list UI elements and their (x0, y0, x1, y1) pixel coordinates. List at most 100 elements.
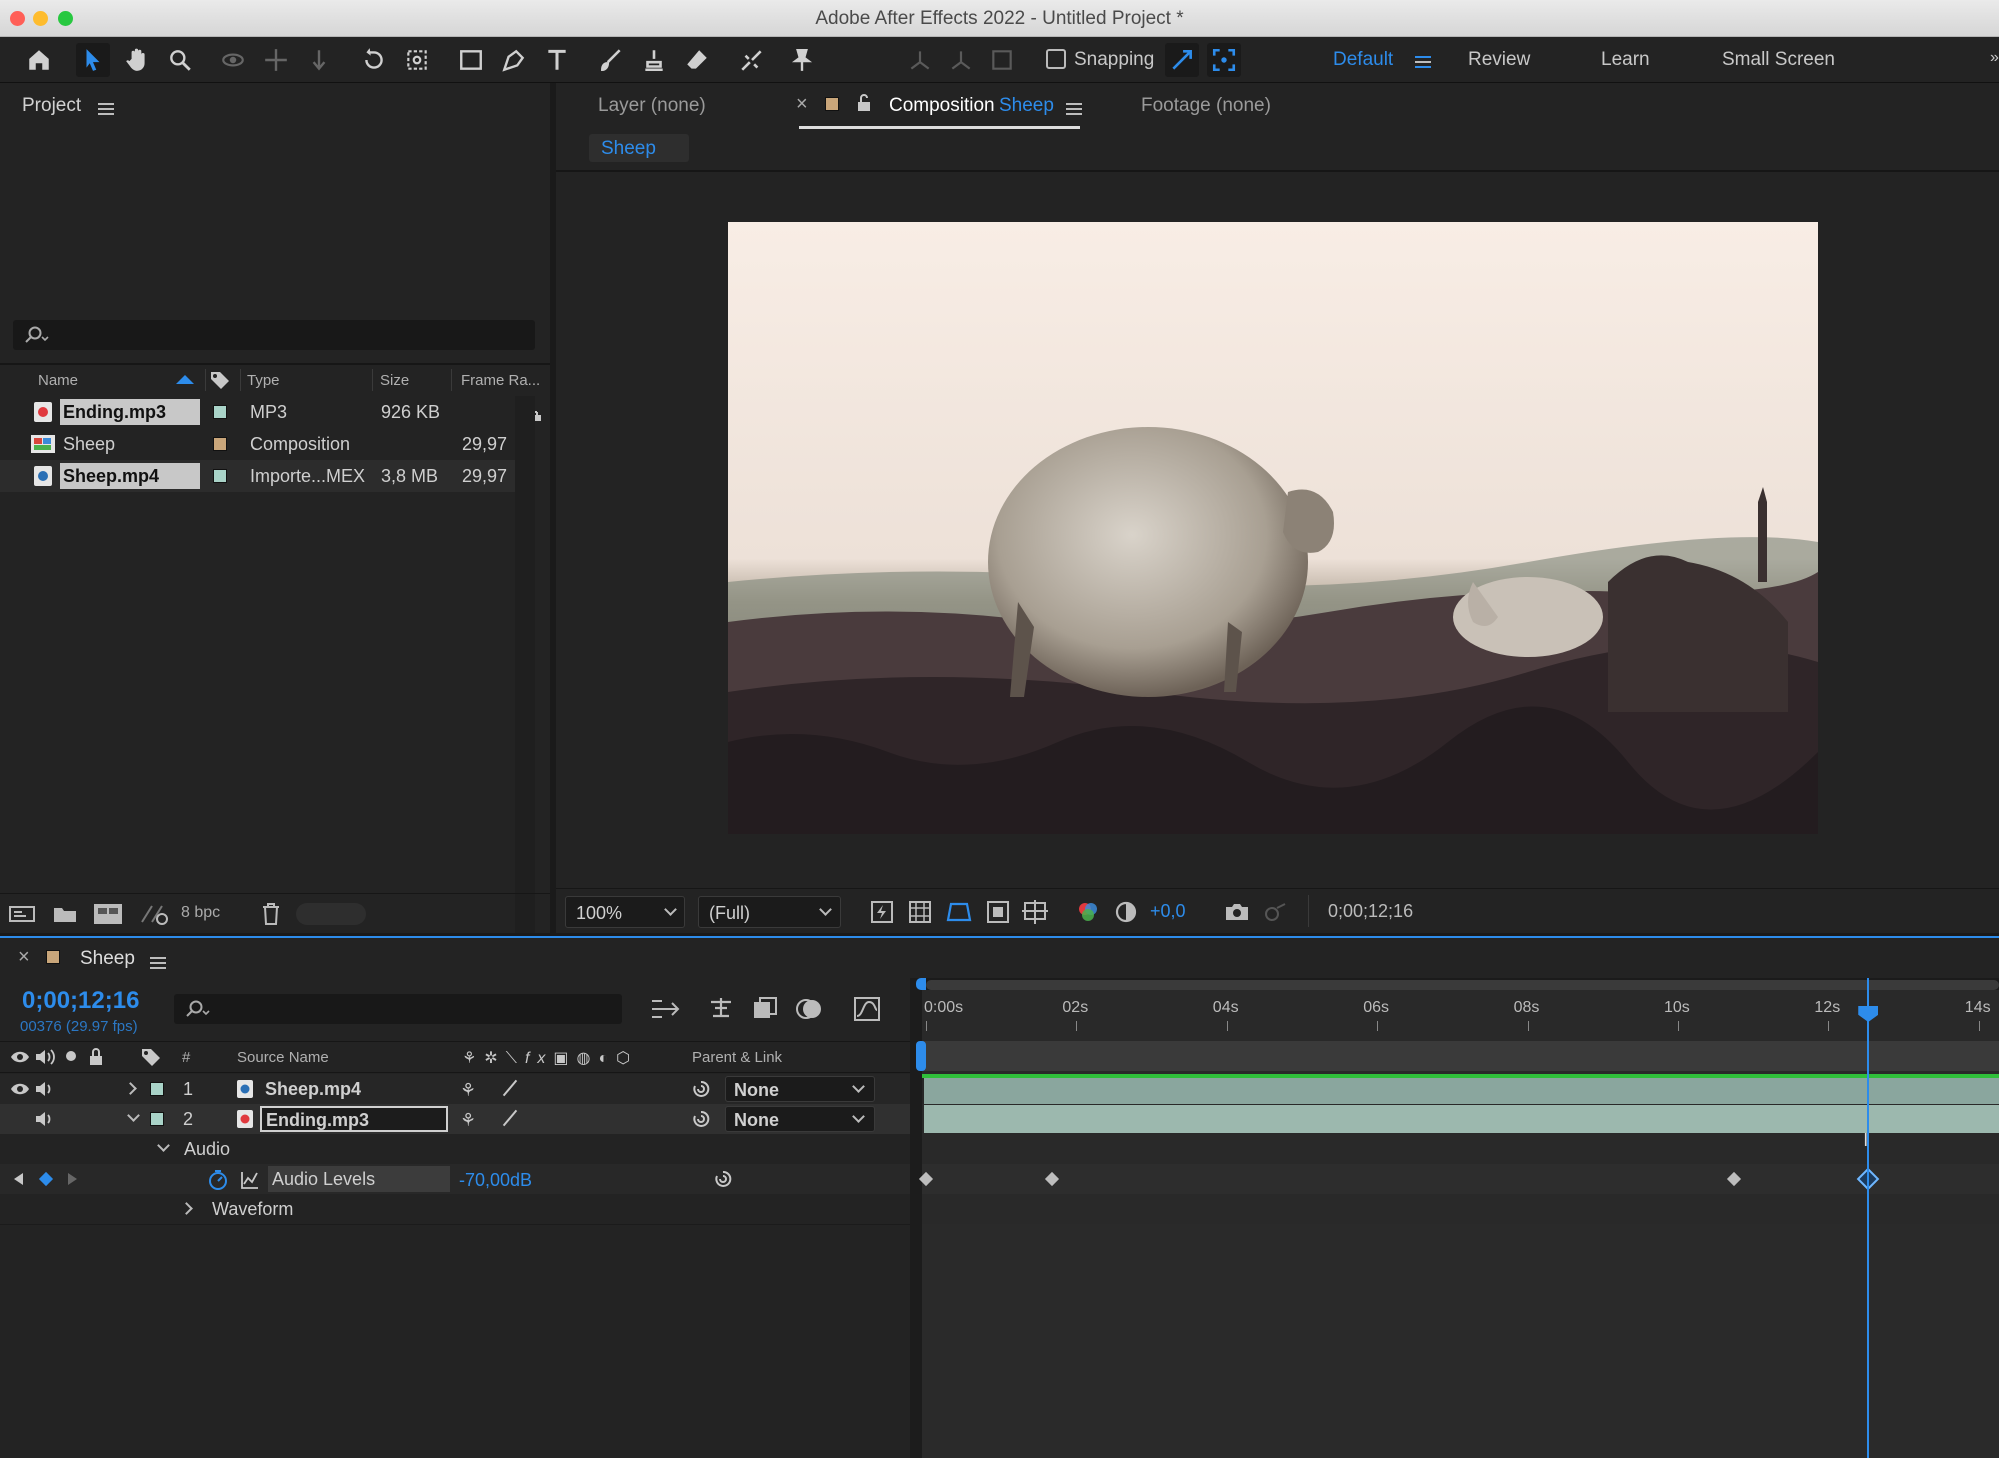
clone-stamp-tool-icon[interactable] (637, 43, 671, 77)
trash-icon[interactable] (260, 902, 282, 926)
quality-switch-icon[interactable] (502, 1109, 518, 1127)
column-framerate-header[interactable]: Frame Ra... (461, 372, 540, 389)
close-timeline-tab-icon[interactable]: × (18, 946, 30, 969)
color-depth-label[interactable]: 8 bpc (181, 904, 220, 922)
reset-exposure-icon[interactable] (1114, 900, 1138, 924)
audio-levels-value[interactable]: -70,00dB (459, 1170, 532, 1191)
label-swatch[interactable] (150, 1112, 164, 1126)
pick-whip-icon[interactable] (712, 1169, 734, 1189)
workspace-learn[interactable]: Learn (1601, 49, 1650, 71)
shy-switch-icon[interactable]: ⚘ (460, 1080, 476, 1101)
workspace-overflow-icon[interactable]: » (1990, 49, 1999, 67)
resolution-dropdown[interactable]: (Full) (698, 896, 841, 928)
project-panel-menu-icon[interactable] (98, 100, 114, 118)
parent-dropdown[interactable]: None (725, 1106, 875, 1132)
column-type-header[interactable]: Type (247, 372, 280, 389)
snap-edges-icon[interactable] (1165, 43, 1199, 77)
previous-keyframe-icon[interactable] (14, 1173, 23, 1185)
thumbnail-size-slider[interactable] (296, 903, 366, 925)
lock-icon[interactable] (88, 1047, 104, 1067)
collapse-audio-icon[interactable] (157, 1139, 170, 1152)
label-swatch[interactable] (213, 405, 227, 419)
unlock-icon[interactable] (856, 93, 872, 113)
rotate-tool-icon[interactable] (357, 43, 391, 77)
label-swatch[interactable] (150, 1082, 164, 1096)
shy-switch-icon[interactable]: ⚘ (460, 1110, 476, 1131)
rectangle-tool-icon[interactable] (454, 43, 488, 77)
layer-name[interactable]: Sheep.mp4 (265, 1079, 361, 1100)
audio-levels-property[interactable]: Audio Levels -70,00dB (0, 1164, 910, 1194)
orbit-camera-icon[interactable] (216, 43, 250, 77)
draft-3d-icon[interactable] (707, 996, 735, 1022)
timeline-current-time[interactable]: 0;00;12;16 (22, 987, 139, 1015)
current-time-display[interactable]: 0;00;12;16 (1328, 901, 1413, 922)
layer-row-1[interactable]: 1 Sheep.mp4 ⚘ None (0, 1074, 910, 1104)
graph-editor-icon[interactable] (853, 996, 881, 1022)
collapse-layer-icon[interactable] (127, 1109, 140, 1122)
layer-row-2[interactable]: 2 Ending.mp3 ⚘ None (0, 1104, 910, 1134)
keyframe-marker[interactable] (1044, 1171, 1059, 1187)
audio-property-group[interactable]: Audio (0, 1134, 910, 1164)
region-of-interest-icon[interactable] (986, 900, 1010, 924)
viewer-panel-menu-icon[interactable] (1066, 100, 1082, 118)
time-navigator-start-handle[interactable] (916, 978, 926, 990)
mask-visibility-icon[interactable] (946, 900, 972, 924)
pen-tool-icon[interactable] (497, 43, 531, 77)
next-keyframe-icon[interactable] (68, 1173, 77, 1185)
exposure-value[interactable]: +0,0 (1150, 901, 1186, 922)
layer-bar-2[interactable] (924, 1105, 1999, 1133)
sort-ascending-icon[interactable] (176, 375, 194, 384)
waveform-property[interactable]: Waveform (0, 1194, 910, 1224)
frame-blending-icon[interactable] (752, 996, 778, 1022)
video-visibility-icon[interactable] (10, 1081, 30, 1097)
pick-whip-icon[interactable] (690, 1079, 712, 1099)
timeline-track-area[interactable]: 0:00s 02s 04s 06s 08s 10s 12s 14s I (916, 978, 1999, 1458)
close-tab-icon[interactable]: × (796, 93, 808, 116)
workspace-review[interactable]: Review (1468, 49, 1530, 71)
label-tag-icon[interactable] (140, 1047, 162, 1067)
dolly-camera-icon[interactable] (302, 43, 336, 77)
axis-mode-view-icon[interactable] (985, 43, 1019, 77)
tab-layer[interactable]: Layer (none) (598, 95, 706, 117)
transparency-grid-icon[interactable] (908, 900, 932, 924)
show-channel-icon[interactable] (1076, 900, 1100, 924)
pick-whip-icon[interactable] (690, 1109, 712, 1129)
audio-icon[interactable] (34, 1110, 56, 1128)
column-parent-link-header[interactable]: Parent & Link (692, 1049, 782, 1066)
workspace-default[interactable]: Default (1333, 49, 1393, 71)
project-item-row[interactable]: Ending.mp3 MP3 926 KB (0, 396, 515, 428)
brush-tool-icon[interactable] (594, 43, 628, 77)
time-ruler[interactable]: 0:00s 02s 04s 06s 08s 10s 12s 14s (922, 990, 1999, 1040)
parent-dropdown[interactable]: None (725, 1076, 875, 1102)
audio-icon[interactable] (34, 1048, 56, 1066)
motion-blur-icon[interactable] (796, 996, 824, 1022)
project-item-row[interactable]: Sheep Composition 29,97 (0, 428, 515, 460)
timeline-search-input[interactable] (174, 994, 622, 1024)
layer-name-edit-field[interactable]: Ending.mp3 (260, 1106, 448, 1132)
axis-mode-world-icon[interactable] (944, 43, 978, 77)
column-source-name-header[interactable]: Source Name (237, 1049, 329, 1066)
column-size-header[interactable]: Size (380, 372, 409, 389)
axis-mode-local-icon[interactable] (903, 43, 937, 77)
puppet-pin-tool-icon[interactable] (785, 43, 819, 77)
work-area-span[interactable] (922, 1041, 1999, 1071)
composition-mini-flowchart-icon[interactable] (650, 996, 680, 1022)
composition-preview-image[interactable] (728, 222, 1818, 834)
snap-features-icon[interactable] (1207, 43, 1241, 77)
workspace-menu-icon[interactable] (1415, 53, 1431, 71)
label-swatch[interactable] (213, 437, 227, 451)
show-snapshot-icon[interactable] (1262, 900, 1288, 924)
interpret-footage-icon[interactable] (8, 903, 36, 925)
pan-camera-icon[interactable] (259, 43, 293, 77)
column-name-header[interactable]: Name (38, 372, 78, 389)
selection-tool-icon[interactable] (76, 43, 110, 77)
video-visibility-icon[interactable] (10, 1049, 30, 1065)
project-panel-title[interactable]: Project (22, 95, 81, 117)
keyframe-marker[interactable] (918, 1171, 934, 1187)
timeline-panel-menu-icon[interactable] (150, 954, 166, 972)
add-keyframe-icon[interactable] (38, 1171, 54, 1187)
label-swatch[interactable] (213, 469, 227, 483)
fast-previews-icon[interactable] (870, 900, 894, 924)
roto-brush-tool-icon[interactable] (735, 43, 769, 77)
dependencies-icon[interactable] (138, 902, 170, 926)
